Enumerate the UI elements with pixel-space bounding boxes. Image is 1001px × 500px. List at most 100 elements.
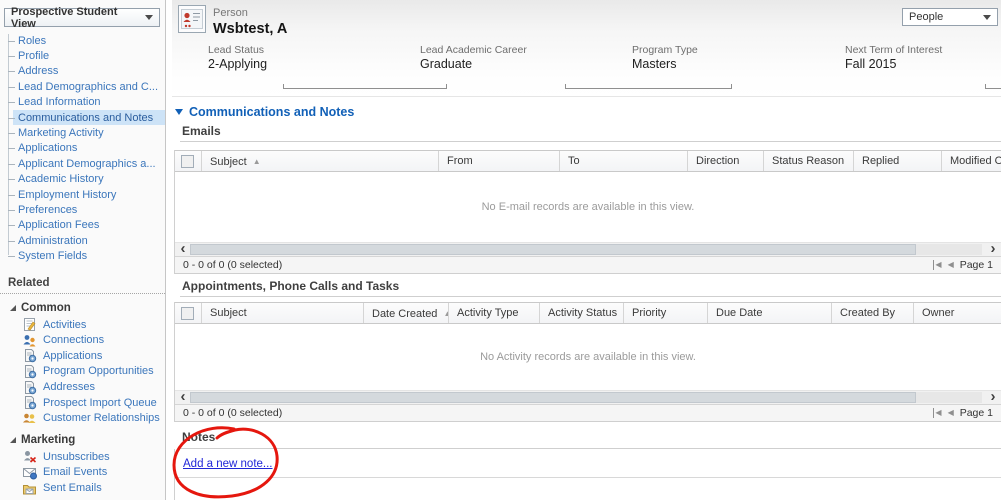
activities-grid-pager: 0 - 0 of 0 (0 selected) ◀ ◀ Page 1: [175, 404, 1001, 422]
related-item-applications[interactable]: Applications: [0, 348, 165, 364]
emails-grid-body: No E-mail records are available in this …: [175, 172, 1001, 242]
sidebar-item-label: Marketing Activity: [18, 127, 104, 139]
entity-switcher-dropdown[interactable]: People: [902, 8, 998, 26]
related-divider: [0, 293, 165, 294]
scroll-left-icon[interactable]: ‹: [176, 242, 190, 256]
sidebar-item-label: Academic History: [18, 173, 104, 185]
column-header-date-created[interactable]: Date Created▲: [363, 303, 448, 323]
sidebar-item-communications-and-notes[interactable]: Communications and Notes: [0, 110, 165, 125]
column-header-subject[interactable]: Subject▲: [201, 151, 438, 171]
sidebar-item-roles[interactable]: Roles: [0, 33, 165, 48]
related-item-label: Activities: [43, 319, 86, 331]
column-header-owner[interactable]: Owner: [913, 303, 1001, 323]
related-group-label: Common: [21, 302, 71, 314]
scrollbar-track[interactable]: [190, 392, 982, 403]
application-doc-icon: [22, 380, 37, 395]
expander-icon: [10, 305, 16, 311]
header-field-label: Program Type: [632, 44, 698, 56]
column-header-priority[interactable]: Priority: [623, 303, 707, 323]
previous-page-icon[interactable]: ◀: [948, 408, 954, 418]
column-header-modified-o[interactable]: Modified O: [941, 151, 1001, 171]
divider: [175, 477, 1001, 478]
sidebar-item-preferences[interactable]: Preferences: [0, 202, 165, 217]
scroll-right-icon[interactable]: ›: [986, 390, 1000, 404]
page-label: Page 1: [960, 407, 993, 419]
related-item-program-opportunities[interactable]: Program Opportunities: [0, 364, 165, 380]
select-all-checkbox[interactable]: [175, 151, 201, 171]
view-selector-label: Prospective Student View: [11, 6, 145, 30]
related-item-label: Applications: [43, 350, 102, 362]
sidebar-item-profile[interactable]: Profile: [0, 48, 165, 63]
sidebar-item-applicant-demographics-a[interactable]: Applicant Demographics a...: [0, 156, 165, 171]
sidebar-item-marketing-activity[interactable]: Marketing Activity: [0, 125, 165, 140]
related-item-addresses[interactable]: Addresses: [0, 379, 165, 395]
column-header-status-reason[interactable]: Status Reason: [763, 151, 853, 171]
related-item-connections[interactable]: Connections: [0, 332, 165, 348]
related-item-activities[interactable]: Activities: [0, 317, 165, 333]
scroll-right-icon[interactable]: ›: [986, 242, 1000, 256]
column-header-replied[interactable]: Replied: [853, 151, 941, 171]
column-header-subject[interactable]: Subject: [201, 303, 363, 323]
sidebar-item-label: Lead Information: [18, 96, 101, 108]
header-field-label: Next Term of Interest: [845, 44, 942, 56]
scrollbar-track[interactable]: [190, 244, 982, 255]
sidebar-item-label: Address: [18, 65, 58, 77]
chevron-down-icon: [983, 15, 991, 20]
sidebar-item-label: Administration: [18, 235, 88, 247]
column-header-activity-type[interactable]: Activity Type: [448, 303, 539, 323]
sidebar-item-academic-history[interactable]: Academic History: [0, 172, 165, 187]
related-item-unsubscribes[interactable]: Unsubscribes: [0, 449, 165, 465]
person-card-icon: [178, 5, 206, 38]
column-header-due-date[interactable]: Due Date: [707, 303, 831, 323]
header-field-value[interactable]: Masters: [632, 57, 676, 71]
header-field-value[interactable]: Fall 2015: [845, 57, 896, 71]
header-field-label: Lead Status: [208, 44, 264, 56]
sidebar-item-system-fields[interactable]: System Fields: [0, 248, 165, 263]
related-group-common[interactable]: Common: [10, 302, 165, 314]
collapse-triangle-icon: [175, 109, 183, 115]
activities-grid: SubjectDate Created▲Activity TypeActivit…: [174, 302, 1001, 422]
sidebar-item-employment-history[interactable]: Employment History: [0, 187, 165, 202]
sidebar-item-application-fees[interactable]: Application Fees: [0, 218, 165, 233]
emails-h-scrollbar[interactable]: ‹ ›: [175, 242, 1001, 256]
related-item-label: Sent Emails: [43, 482, 102, 494]
column-header-direction[interactable]: Direction: [687, 151, 763, 171]
scrollbar-thumb[interactable]: [190, 244, 916, 255]
first-page-icon[interactable]: ◀: [933, 260, 941, 270]
select-all-checkbox[interactable]: [175, 303, 201, 323]
view-selector-dropdown[interactable]: Prospective Student View: [4, 8, 160, 27]
related-item-prospect-import-queue[interactable]: Prospect Import Queue: [0, 395, 165, 411]
checkbox-icon[interactable]: [181, 155, 194, 168]
customer-relationships-icon: [22, 411, 37, 426]
scrollbar-thumb[interactable]: [190, 392, 916, 403]
column-header-created-by[interactable]: Created By: [831, 303, 913, 323]
sidebar-item-applications[interactable]: Applications: [0, 141, 165, 156]
field-underline: [283, 84, 447, 89]
application-doc-icon: [22, 395, 37, 410]
sidebar-item-lead-demographics-and-c[interactable]: Lead Demographics and C...: [0, 79, 165, 94]
related-item-label: Email Events: [43, 466, 107, 478]
column-header-from[interactable]: From: [438, 151, 559, 171]
sidebar-item-label: Application Fees: [18, 219, 99, 231]
first-page-icon[interactable]: ◀: [933, 408, 941, 418]
notes-section: Add a new note...: [174, 449, 1001, 500]
activities-h-scrollbar[interactable]: ‹ ›: [175, 390, 1001, 404]
add-note-link[interactable]: Add a new note...: [183, 458, 273, 470]
header-field-value[interactable]: 2-Applying: [208, 57, 267, 71]
sidebar-item-label: Preferences: [18, 204, 77, 216]
section-header-communications-and-notes[interactable]: Communications and Notes: [175, 105, 354, 119]
previous-page-icon[interactable]: ◀: [948, 260, 954, 270]
sidebar-item-lead-information[interactable]: Lead Information: [0, 95, 165, 110]
related-group-marketing[interactable]: Marketing: [10, 434, 165, 446]
sidebar-item-address[interactable]: Address: [0, 64, 165, 79]
header-field-value[interactable]: Graduate: [420, 57, 472, 71]
scroll-left-icon[interactable]: ‹: [176, 390, 190, 404]
column-header-to[interactable]: To: [559, 151, 687, 171]
column-header-activity-status[interactable]: Activity Status: [539, 303, 623, 323]
related-item-email-events[interactable]: Email Events: [0, 465, 165, 481]
sidebar-item-administration[interactable]: Administration: [0, 233, 165, 248]
checkbox-icon[interactable]: [181, 307, 194, 320]
application-doc-icon: [22, 348, 37, 363]
related-item-customer-relationships[interactable]: Customer Relationships: [0, 410, 165, 426]
related-item-sent-emails[interactable]: Sent Emails: [0, 480, 165, 496]
